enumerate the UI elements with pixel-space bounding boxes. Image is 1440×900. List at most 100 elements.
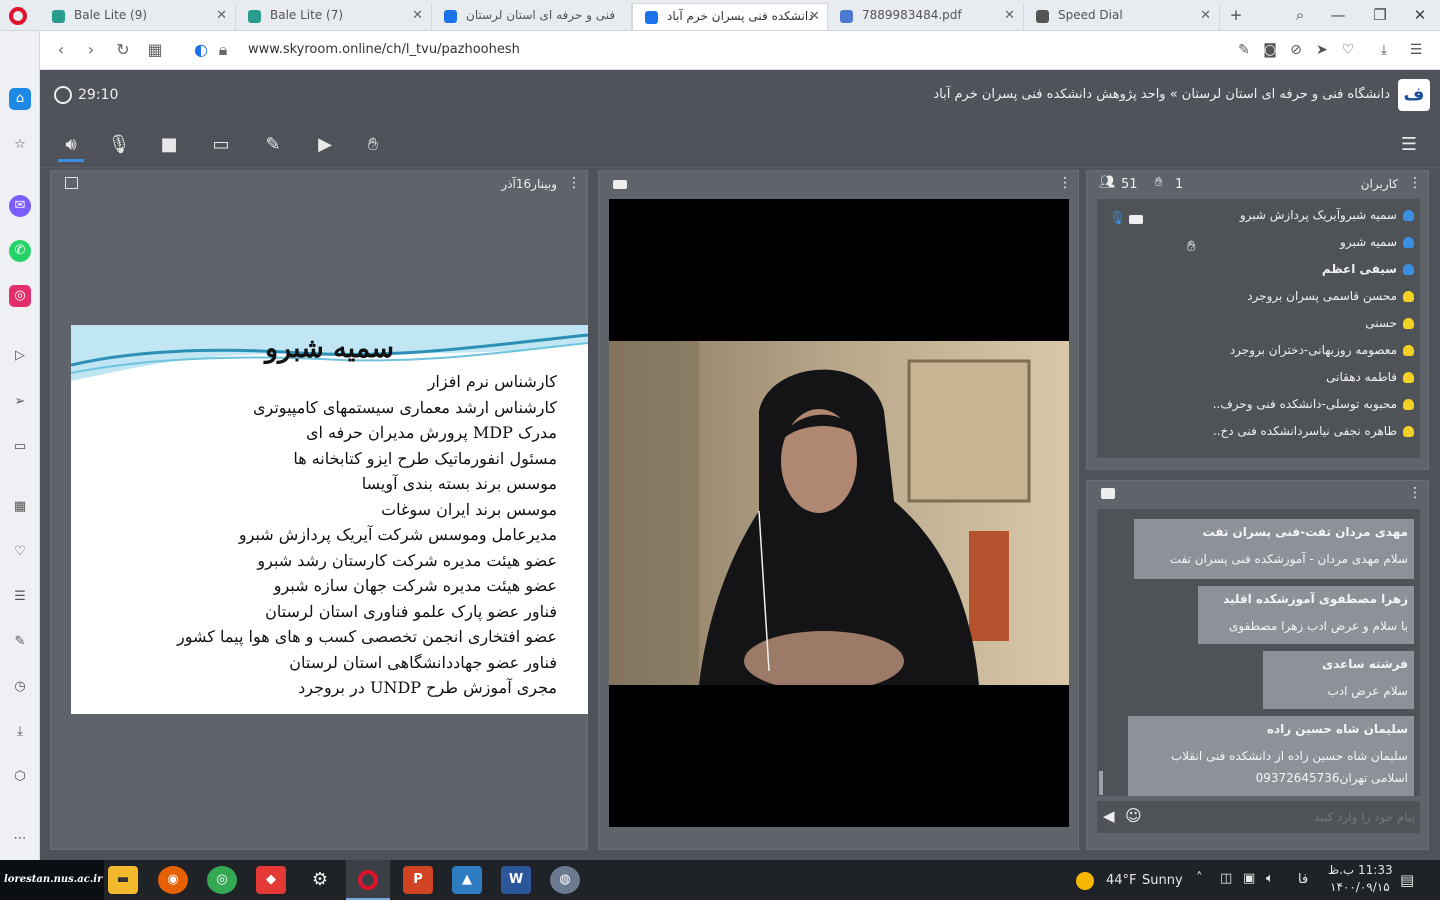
file-explorer-icon[interactable]: ▬ (108, 866, 138, 894)
vpn-icon[interactable]: ◐ (190, 39, 212, 61)
firefox-icon[interactable]: ◉ (158, 866, 188, 894)
user-row[interactable]: محبوبه توسلی-دانشکده فنی وحرف.. (1213, 391, 1414, 418)
user-row[interactable]: سمیه شبرو (1340, 229, 1414, 256)
slide-heading: سمیه شبرو (265, 333, 394, 364)
tab-tvu-lorestan[interactable]: فنی و حرفه ای استان لرستان (432, 3, 632, 30)
session-timer: 29:10 (54, 86, 118, 104)
tab-faculty-active[interactable]: دانشکده فنی پسران خرم آباد ✕ (632, 3, 828, 30)
expand-icon[interactable] (65, 177, 78, 189)
user-row[interactable]: فاطمه دهقانی (1326, 364, 1414, 391)
screen-share-icon[interactable]: ▭ (208, 132, 234, 158)
opera-taskbar-icon[interactable] (346, 860, 390, 900)
url-field[interactable]: www.skyroom.online/ch/l_tvu/pazhoohesh (248, 42, 520, 57)
powerpoint-icon[interactable]: P (403, 866, 433, 894)
anydesk-icon[interactable]: ◆ (256, 866, 286, 894)
settings-gear-icon[interactable]: ⚙ (305, 866, 335, 894)
language-indicator[interactable]: فا (1298, 872, 1308, 887)
tab-bale-lite-7[interactable]: Bale Lite (7) ✕ (236, 3, 432, 30)
home-icon[interactable]: ⌂ (9, 88, 31, 110)
photos-icon[interactable]: ▲ (452, 866, 482, 894)
tray-chevron-icon[interactable]: ˄ (1196, 871, 1203, 886)
news-icon[interactable]: ☰ (9, 586, 31, 608)
more-icon[interactable]: ⋯ (9, 828, 31, 850)
play-media-icon[interactable]: ▶ (312, 132, 338, 158)
send-icon[interactable]: ➤ (1312, 39, 1332, 61)
send-flow-icon[interactable]: ➢ (9, 391, 31, 413)
meet-icon[interactable]: ◫ (1220, 871, 1232, 886)
users-panel: 👥︎ 51 ✋︎ 1 کاربران ⋮ 🎙︎ ✋︎ سمیه شبروآیری… (1086, 170, 1429, 470)
close-tab-icon[interactable]: ✕ (1004, 3, 1015, 28)
camera-icon[interactable]: ■ (156, 132, 182, 158)
volume-icon[interactable]: 🔈︎ (1266, 871, 1274, 886)
chat-menu-icon[interactable]: ⋮ (1408, 485, 1422, 501)
brush-icon[interactable]: ✎ (260, 132, 286, 158)
messenger-icon[interactable]: ✉ (9, 195, 31, 217)
video-feed[interactable] (609, 199, 1069, 827)
easy-setup-icon[interactable]: ☰ (1406, 39, 1426, 61)
lock-icon[interactable]: 🔒︎ (212, 39, 234, 61)
adblock-icon[interactable]: ⊘ (1286, 39, 1306, 61)
network-icon[interactable]: ▣ (1243, 871, 1255, 886)
heart-icon[interactable]: ♡ (1338, 39, 1358, 61)
close-tab-icon[interactable]: ✕ (809, 4, 820, 29)
video-menu-icon[interactable]: ⋮ (1058, 175, 1072, 191)
downloads-icon[interactable]: ⤓ (9, 721, 31, 743)
raise-hand-icon[interactable]: ✋︎ (360, 132, 386, 158)
restore-icon[interactable]: ❐ (1366, 4, 1394, 26)
user-row[interactable]: سمیه شبروآیریک پردازش شبرو (1240, 202, 1414, 229)
user-row[interactable]: محسن قاسمی پسران بروجرد (1247, 283, 1414, 310)
users-menu-icon[interactable]: ⋮ (1408, 175, 1422, 191)
tab-pdf[interactable]: 7889983484.pdf ✕ (828, 3, 1024, 30)
user-row[interactable]: سیفی اعظم (1322, 256, 1414, 283)
close-tab-icon[interactable]: ✕ (1200, 3, 1211, 28)
chat-message: مهدی مردان تفت-فنی پسران تفت سلام مهدی م… (1134, 519, 1414, 579)
user-count: 51 (1121, 177, 1138, 192)
speed-dial-icon[interactable]: ▦ (9, 496, 31, 518)
word-icon[interactable]: W (501, 866, 531, 894)
extensions-icon[interactable]: ⬡ (9, 766, 31, 788)
tabs-grid-icon[interactable]: ▦ (144, 39, 166, 61)
forward-icon[interactable]: › (80, 39, 102, 61)
opera-logo-icon[interactable] (9, 7, 27, 25)
download-icon[interactable]: ⤓ (1374, 39, 1394, 61)
instagram-icon[interactable]: ◎ (9, 285, 31, 307)
pinboard-icon[interactable]: ✎ (9, 631, 31, 653)
clock-time[interactable]: 11:33 ب.ظ (1328, 863, 1393, 877)
user-row[interactable]: معصومه روزبهانی-دختران بروجرد (1230, 337, 1414, 364)
slide-menu-icon[interactable]: ⋮ (567, 175, 581, 191)
minimize-icon[interactable]: — (1324, 4, 1352, 26)
snapshot-icon[interactable]: ◙ (1260, 39, 1280, 61)
chat-input[interactable] (1153, 807, 1415, 827)
tab-bale-lite-9[interactable]: Bale Lite (9) ✕ (40, 3, 236, 30)
edit-icon[interactable]: ✎ (1234, 39, 1254, 61)
player-icon[interactable]: ▷ (9, 345, 31, 367)
reload-icon[interactable]: ↻ (112, 39, 134, 61)
user-row[interactable]: طاهره نجفی نیاسردانشکده فنی دخ.. (1213, 418, 1414, 445)
bookmarks-heart-icon[interactable]: ♡ (9, 541, 31, 563)
close-tab-icon[interactable]: ✕ (412, 3, 423, 28)
menu-icon[interactable]: ☰ (1396, 132, 1422, 158)
close-tab-icon[interactable]: ✕ (216, 3, 227, 28)
wallet-icon[interactable]: ▭ (9, 436, 31, 458)
network-globe-icon[interactable]: ◍ (550, 866, 580, 894)
back-icon[interactable]: ‹ (50, 39, 72, 61)
users-icon: 👥︎ (1099, 175, 1116, 190)
emoji-icon[interactable]: ☺ (1125, 806, 1142, 825)
new-tab-icon[interactable]: + (1222, 4, 1250, 26)
notifications-icon[interactable]: ▤ (1400, 871, 1414, 889)
speaker-icon[interactable]: 🔊︎ (58, 132, 84, 162)
user-row[interactable]: حسنی (1365, 310, 1414, 337)
search-tabs-icon[interactable]: ⌕ (1286, 4, 1314, 26)
browser-tab-bar: Bale Lite (9) ✕ Bale Lite (7) ✕ فنی و حر… (0, 0, 1440, 31)
mic-off-icon[interactable]: 🎙︎ (106, 132, 132, 158)
tab-speed-dial[interactable]: Speed Dial ✕ (1024, 3, 1220, 30)
star-icon[interactable]: ☆ (9, 134, 31, 156)
chat-scrollbar[interactable] (1099, 771, 1103, 795)
send-message-icon[interactable]: ◀ (1103, 807, 1115, 825)
close-window-icon[interactable]: ✕ (1406, 4, 1434, 26)
chrome-icon[interactable]: ◎ (207, 866, 237, 894)
opera-sidebar: ⌂ ☆ ✉ ✆ ◎ ▷ ➢ ▭ ▦ ♡ ☰ ✎ ◷ ⤓ ⬡ ⋯ (0, 31, 40, 860)
clock-date[interactable]: ۱۴۰۰/۰۹/۱۵ (1330, 880, 1390, 894)
history-icon[interactable]: ◷ (9, 676, 31, 698)
whatsapp-icon[interactable]: ✆ (9, 240, 31, 262)
